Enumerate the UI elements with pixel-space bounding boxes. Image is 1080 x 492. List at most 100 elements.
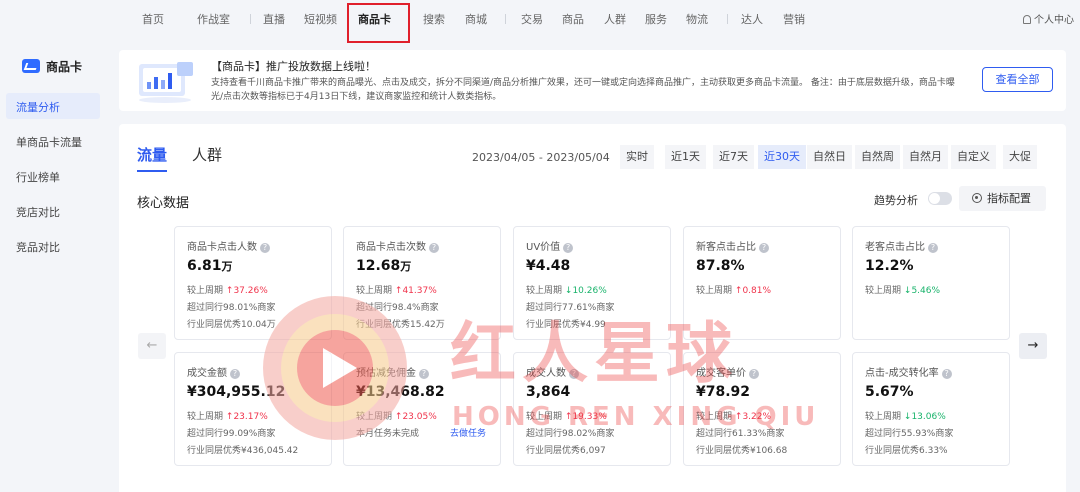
metric-label-text: 预估减免佣金 <box>356 368 416 379</box>
nav-item-war-room[interactable]: 作战室 <box>197 11 230 27</box>
metric-card[interactable]: 商品卡点击人数? 6.81万 较上周期 ↑37.26% 超过同行98.01%商家 行业同… <box>174 226 332 340</box>
trend-analysis-toggle[interactable] <box>928 192 952 205</box>
banner-description: 支持查看千川商品卡推广带来的商品曝光、点击及成交，拆分不同渠道/商品分析推广效果… <box>211 78 955 102</box>
user-center-link[interactable]: 个人中心 <box>1023 11 1074 26</box>
announcement-banner: 【商品卡】推广投放数据上线啦！ 支持查看千川商品卡推广带来的商品曝光、点击及成交… <box>119 50 1066 111</box>
metric-label: 商品卡点击次数? <box>356 238 439 253</box>
section-title: 核心数据 <box>137 196 190 211</box>
metric-config-label: 指标配置 <box>987 192 1031 205</box>
metric-value: 5.67% <box>865 384 914 400</box>
nav-item-trade[interactable]: 交易 <box>521 11 543 27</box>
nav-divider <box>250 14 251 24</box>
date-range[interactable]: 2023/04/05 - 2023/05/04 <box>472 151 610 164</box>
help-icon[interactable]: ? <box>563 243 574 253</box>
sidebar-item-industry-ranking[interactable]: 行业榜单 <box>16 169 60 185</box>
industry-best: 行业同层优秀15.42万 <box>356 320 445 330</box>
sidebar-item-product-compare[interactable]: 竞品对比 <box>16 239 60 255</box>
change-percent: 23.05% <box>402 412 437 422</box>
change-percent: 13.06% <box>911 412 946 422</box>
compare-label: 较上周期 <box>526 286 563 296</box>
period-1d[interactable]: 近1天 <box>665 145 706 169</box>
change-percent: 5.46% <box>911 286 941 296</box>
nav-item-influencer[interactable]: 达人 <box>741 11 763 27</box>
industry-best: 行业同层优秀6,097 <box>526 446 606 456</box>
peer-rank: 本月任务未完成 <box>356 429 420 439</box>
nav-item-logistics[interactable]: 物流 <box>686 11 708 27</box>
sidebar-item-shop-compare[interactable]: 竞店对比 <box>16 204 60 220</box>
tab-crowd[interactable]: 人群 <box>192 144 222 165</box>
nav-item-home[interactable]: 首页 <box>142 11 164 27</box>
help-icon[interactable]: ? <box>429 243 439 253</box>
period-natural-day[interactable]: 自然日 <box>807 145 852 169</box>
metric-value-number: ¥4.48 <box>526 258 571 274</box>
carousel-prev-button[interactable]: ← <box>138 333 166 359</box>
nav-item-product[interactable]: 商品 <box>562 11 584 27</box>
period-custom[interactable]: 自定义 <box>951 145 996 169</box>
compare-label: 较上周期 <box>865 286 902 296</box>
metric-value-number: 12.2% <box>865 258 914 274</box>
arrow-right-icon: → <box>1027 338 1039 353</box>
metric-card[interactable]: 点击-成交转化率? 5.67% 较上周期 ↓13.06% 超过同行55.93%商家 行业… <box>852 352 1010 466</box>
user-icon <box>1023 15 1031 24</box>
highlight-box <box>347 3 410 43</box>
period-compare: 较上周期 ↑41.37% <box>356 283 437 296</box>
nav-item-service[interactable]: 服务 <box>645 11 667 27</box>
metric-label-text: 新客点击占比 <box>696 242 756 253</box>
period-promotion[interactable]: 大促 <box>1003 145 1037 169</box>
view-all-button[interactable]: 查看全部 <box>982 67 1053 92</box>
nav-item-mall[interactable]: 商城 <box>465 11 487 27</box>
metric-config-button[interactable]: 指标配置 <box>959 186 1046 211</box>
period-realtime[interactable]: 实时 <box>620 145 654 169</box>
nav-item-crowd[interactable]: 人群 <box>604 11 626 27</box>
period-30d[interactable]: 近30天 <box>758 145 806 169</box>
trend-analysis-label: 趋势分析 <box>874 194 918 207</box>
period-natural-week[interactable]: 自然周 <box>855 145 900 169</box>
period-7d[interactable]: 近7天 <box>713 145 754 169</box>
help-icon[interactable]: ? <box>759 243 769 253</box>
compare-label: 较上周期 <box>187 286 224 296</box>
compare-label: 较上周期 <box>187 412 224 422</box>
period-compare: 较上周期 ↑37.26% <box>187 283 268 296</box>
period-natural-month[interactable]: 自然月 <box>903 145 948 169</box>
peer-rank: 超过同行98.4%商家 <box>356 303 439 313</box>
metric-value-number: 6.81 <box>187 258 222 274</box>
nav-item-live[interactable]: 直播 <box>263 11 285 27</box>
nav-divider <box>727 14 728 24</box>
nav-item-marketing[interactable]: 营销 <box>783 11 805 27</box>
sidebar: 商品卡 流量分析 单商品卡流量 行业榜单 竞店对比 竞品对比 <box>0 38 110 492</box>
help-icon[interactable]: ? <box>941 369 952 379</box>
help-icon[interactable]: ? <box>419 369 429 379</box>
sidebar-item-traffic-analysis[interactable]: 流量分析 <box>6 93 100 119</box>
metric-value: 87.8% <box>696 258 745 274</box>
metric-value-unit: 万 <box>400 260 412 273</box>
help-icon[interactable]: ? <box>260 243 270 253</box>
peer-rank: 超过同行55.93%商家 <box>865 429 954 439</box>
period-compare: 较上周期 ↑23.17% <box>187 409 268 422</box>
metric-card[interactable]: 老客点击占比? 12.2% 较上周期 ↓5.46% <box>852 226 1010 340</box>
metric-label: 新客点击占比? <box>696 238 769 253</box>
nav-divider <box>505 14 506 24</box>
compare-label: 较上周期 <box>356 286 393 296</box>
active-tab-indicator <box>137 170 167 172</box>
industry-best: 行业同层优秀10.04万 <box>187 320 276 330</box>
change-percent: 0.81% <box>742 286 772 296</box>
metric-label: 预估减免佣金? <box>356 364 429 379</box>
help-icon[interactable]: ? <box>230 369 240 379</box>
sidebar-item-single-card-traffic[interactable]: 单商品卡流量 <box>16 134 82 150</box>
metric-value: ¥13,468.82 <box>356 384 445 400</box>
metric-label: UV价值? <box>526 238 574 253</box>
carousel-next-button[interactable]: → <box>1019 333 1047 359</box>
help-icon[interactable]: ? <box>749 369 759 379</box>
help-icon[interactable]: ? <box>928 243 938 253</box>
nav-item-short-video[interactable]: 短视频 <box>304 11 337 27</box>
metric-card[interactable]: 成交金额? ¥304,955.12 较上周期 ↑23.17% 超过同行99.09%商家… <box>174 352 332 466</box>
metric-value: 6.81万 <box>187 258 233 274</box>
tab-traffic[interactable]: 流量 <box>137 144 167 165</box>
metric-label: 商品卡点击人数? <box>187 238 270 253</box>
banner-title: 【商品卡】推广投放数据上线啦！ <box>211 60 376 73</box>
metric-label-text: 成交金额 <box>187 368 227 379</box>
change-percent: 37.26% <box>233 286 268 296</box>
nav-item-search[interactable]: 搜索 <box>423 11 445 27</box>
sidebar-brand-label: 商品卡 <box>46 60 83 74</box>
metric-value: 12.68万 <box>356 258 411 274</box>
